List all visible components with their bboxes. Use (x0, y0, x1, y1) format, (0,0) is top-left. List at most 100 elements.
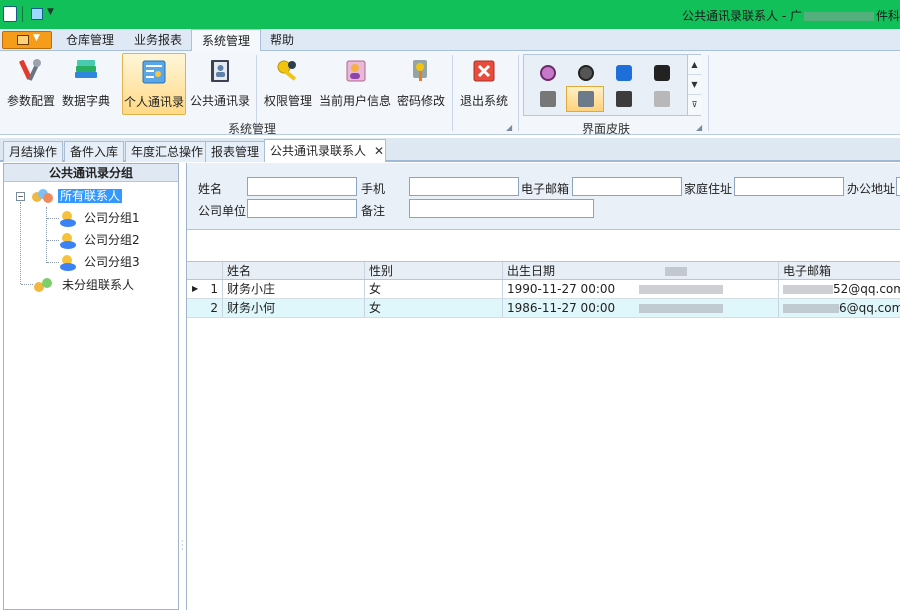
name-label: 姓名 (198, 182, 223, 196)
public-address-book-button[interactable]: 公共通讯录 (189, 53, 251, 115)
address-card-icon (142, 60, 166, 84)
skin-gallery: ▲ ▼ ⊽ (523, 54, 701, 116)
tab-reports[interactable]: 业务报表 (124, 29, 192, 51)
email-label: 电子邮箱 (521, 182, 570, 196)
permission-management-button[interactable]: 权限管理 (262, 53, 314, 115)
skin-gallery-scroller[interactable]: ▲ ▼ ⊽ (687, 55, 701, 115)
change-password-label: 密码修改 (396, 94, 445, 108)
tree-header: 公共通讯录分组 (4, 164, 178, 182)
mobile-input[interactable] (409, 177, 519, 196)
cell-birthdate[interactable]: 1990-11-27 00:00 (503, 280, 779, 298)
personal-address-book-button[interactable]: 个人通讯录 (122, 53, 186, 115)
column-header-birthdate[interactable]: 出生日期 (503, 262, 779, 279)
column-header-birthdate-label: 出生日期 (507, 264, 556, 278)
quick-access-dropdown-icon[interactable]: ▼ (47, 7, 54, 23)
skin-office-gray-icon[interactable] (540, 91, 556, 107)
cell-email[interactable]: 52@qq.com (779, 280, 900, 298)
column-header-name[interactable]: 姓名 (223, 262, 365, 279)
row-number-text: 1 (210, 282, 218, 296)
table-row[interactable]: 2 财务小何 女 1986-11-27 00:00 6@qq.com (187, 299, 900, 318)
table-row[interactable]: ▶ 1 财务小庄 女 1990-11-27 00:00 52@qq.com (187, 280, 900, 299)
data-dictionary-label: 数据字典 (61, 94, 110, 108)
scroll-up-icon[interactable]: ▲ (688, 55, 701, 75)
person-icon (60, 254, 78, 271)
cell-email-text: 52@qq.com (833, 282, 900, 296)
tree-node-all-contacts[interactable]: 所有联系人 (32, 187, 123, 205)
skin-light-icon[interactable] (654, 91, 670, 107)
cell-name[interactable]: 财务小庄 (223, 280, 365, 298)
change-password-button[interactable]: 密码修改 (395, 53, 447, 115)
collapse-icon[interactable]: − (16, 192, 25, 201)
skin-dark-icon[interactable] (578, 65, 594, 81)
note-input[interactable] (409, 199, 594, 218)
parameter-config-button[interactable]: 参数配置 (4, 53, 58, 115)
row-indicator-header (187, 262, 223, 279)
company-input[interactable] (247, 199, 357, 218)
user-info-icon (346, 60, 366, 82)
office-address-input[interactable] (896, 177, 900, 196)
redacted-cell (783, 285, 833, 294)
ribbon-divider (452, 55, 453, 131)
window-title-suffix: 件科 (875, 9, 900, 23)
gallery-expand-icon[interactable]: ⊽ (688, 95, 701, 115)
doc-tab-report-management[interactable]: 报表管理 (205, 141, 266, 162)
ribbon-divider (708, 55, 709, 131)
app-icon[interactable] (3, 6, 17, 22)
skin-purple-icon[interactable] (540, 65, 556, 81)
column-header-gender[interactable]: 性别 (365, 262, 503, 279)
data-dictionary-button[interactable]: 数据字典 (60, 53, 112, 115)
parameter-config-label: 参数配置 (6, 94, 55, 108)
tree-node-group-3[interactable]: 公司分组3 (60, 253, 142, 271)
tree-line (21, 284, 33, 285)
cell-birthdate[interactable]: 1986-11-27 00:00 (503, 299, 779, 317)
quick-access-divider (22, 6, 23, 22)
ungrouped-users-icon (34, 277, 56, 294)
cell-email[interactable]: 6@qq.com (779, 299, 900, 317)
tree-node-group-2[interactable]: 公司分组2 (60, 231, 142, 249)
cell-name[interactable]: 财务小何 (223, 299, 365, 317)
chevron-down-icon: ▼ (33, 33, 40, 43)
doc-tab-parts-inbound[interactable]: 备件入库 (64, 141, 125, 162)
group-users-icon (32, 188, 54, 205)
doc-tab-public-contacts[interactable]: 公共通讯录联系人 ✕ (264, 139, 386, 162)
skin-office-black-icon[interactable] (654, 65, 670, 81)
skin-metro-icon[interactable] (578, 91, 594, 107)
dialog-launcher-icon[interactable]: ◢ (506, 123, 512, 132)
ribbon-tab-bar: ▼ 仓库管理 业务报表 系统管理 帮助 (0, 29, 900, 52)
ribbon-panel: 参数配置 数据字典 个人通讯录 公共通讯录 权限管理 当前用户信息 密码修改 退… (0, 51, 900, 136)
mobile-label: 手机 (361, 182, 386, 196)
scroll-down-icon[interactable]: ▼ (688, 75, 701, 95)
person-icon (60, 210, 78, 227)
password-key-icon (413, 60, 427, 81)
tab-system-management[interactable]: 系统管理 (191, 29, 262, 52)
home-address-input[interactable] (734, 177, 844, 196)
panel-splitter[interactable]: · · · (181, 538, 184, 556)
email-input[interactable] (572, 177, 682, 196)
contact-group-tree: 公共通讯录分组 − 所有联系人 公司分组1 公司分组2 公司分组3 未分组联系人 (3, 163, 179, 610)
personal-address-book-label: 个人通讯录 (123, 95, 184, 109)
doc-tab-annual-summary[interactable]: 年度汇总操作 (125, 141, 210, 162)
application-menu-button[interactable]: ▼ (2, 31, 52, 49)
row-number: 2 (187, 299, 223, 317)
cell-birthdate-text: 1990-11-27 00:00 (507, 282, 616, 296)
skin-office-blue-icon[interactable] (616, 65, 632, 81)
dialog-launcher-icon[interactable]: ◢ (696, 123, 702, 132)
cell-gender[interactable]: 女 (365, 299, 503, 317)
tab-warehouse[interactable]: 仓库管理 (56, 29, 124, 51)
cell-gender[interactable]: 女 (365, 280, 503, 298)
exit-icon (473, 60, 495, 82)
close-icon[interactable]: ✕ (374, 144, 384, 158)
tab-help[interactable]: 帮助 (260, 29, 304, 51)
current-user-info-button[interactable]: 当前用户信息 (319, 53, 391, 115)
column-header-email[interactable]: 电子邮箱 (779, 262, 900, 279)
contacts-content-panel: 姓名 手机 电子邮箱 家庭住址 办公地址 公司单位 备注 姓名 性别 出生日期 … (186, 163, 900, 610)
tree-node-group-1[interactable]: 公司分组1 (60, 209, 142, 227)
name-input[interactable] (247, 177, 357, 196)
doc-tab-monthly[interactable]: 月结操作 (3, 141, 64, 162)
exit-system-button[interactable]: 退出系统 (457, 53, 511, 115)
save-icon[interactable] (31, 8, 43, 20)
home-address-label: 家庭住址 (684, 182, 733, 196)
skin-darkgrid-icon[interactable] (616, 91, 632, 107)
tree-node-ungrouped[interactable]: 未分组联系人 (34, 276, 136, 294)
current-row-icon: ▶ (192, 284, 199, 293)
